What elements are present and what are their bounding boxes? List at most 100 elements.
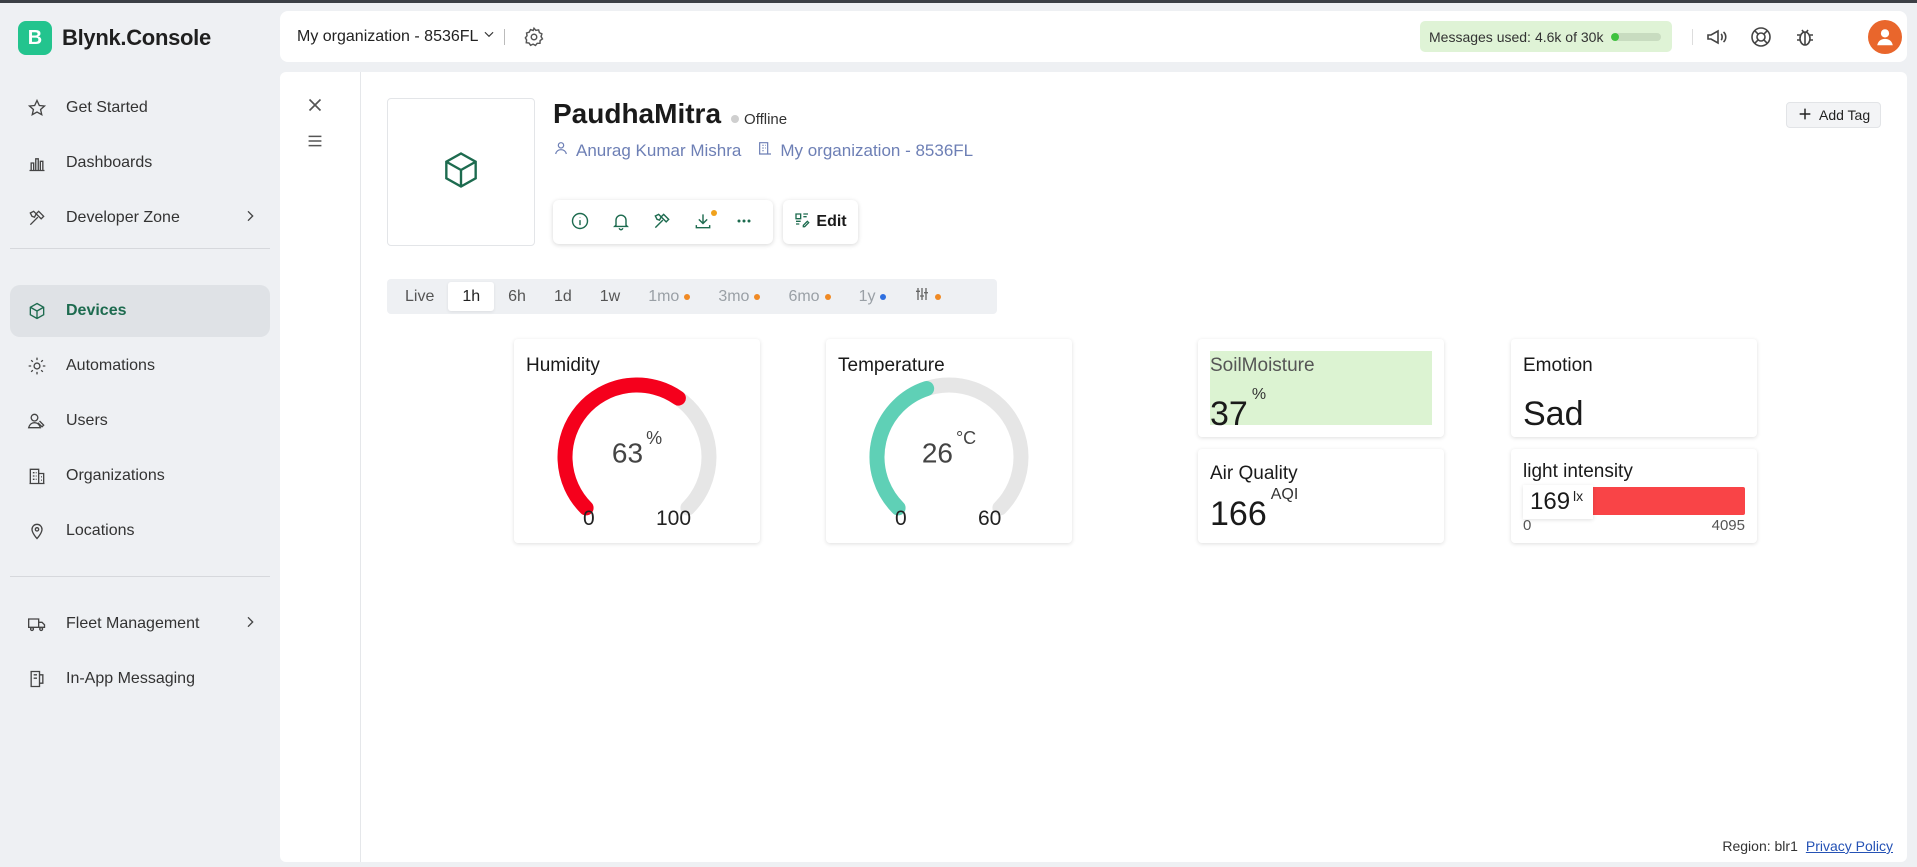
org-selector-label: My organization - 8536FL	[297, 27, 479, 45]
chevron-right-icon	[242, 614, 262, 635]
tab-1d[interactable]: 1d	[540, 282, 586, 311]
device-image[interactable]	[387, 98, 535, 246]
messages-label: Messages used:	[1429, 28, 1531, 45]
gauge-value: 26 °C	[826, 428, 1072, 469]
widget-title: Air Quality	[1210, 463, 1298, 484]
device-meta: Anurag Kumar Mishra My organization - 85…	[553, 140, 973, 161]
sidebar-item-label: Automations	[66, 357, 155, 374]
tab-6mo[interactable]: 6mo	[774, 282, 844, 311]
tab-label: 3mo	[718, 287, 750, 305]
sidebar-item-developer-zone[interactable]: Developer Zone	[10, 192, 270, 244]
sidebar-item-users[interactable]: Users	[10, 395, 270, 447]
light-value-chip: 169 lx	[1523, 485, 1593, 519]
premium-dot	[754, 293, 761, 300]
premium-dot	[880, 293, 887, 300]
sidebar-item-automations[interactable]: Automations	[10, 340, 270, 392]
chevron-down-icon	[482, 27, 496, 46]
bar-max: 4095	[1711, 517, 1745, 534]
close-icon[interactable]	[304, 94, 326, 116]
soil-moisture-widget[interactable]: SoilMoisture 37%	[1198, 339, 1444, 437]
tab-label: 1y	[858, 287, 876, 305]
org-selector[interactable]: My organization - 8536FL	[297, 27, 496, 46]
brand-logo: B	[18, 21, 52, 55]
tab-custom-range[interactable]	[900, 282, 955, 311]
cube-icon	[439, 148, 483, 197]
humidity-gauge-widget[interactable]: Humidity 63% 0 100	[514, 339, 760, 543]
tab-1mo[interactable]: 1mo	[634, 282, 704, 311]
edit-dashboard-button[interactable]: Edit	[783, 200, 858, 244]
tab-label: 6mo	[788, 287, 820, 305]
tab-label: Live	[405, 287, 435, 305]
sidebar-item-devices[interactable]: Devices	[10, 285, 270, 337]
widget-unit: lx	[1573, 488, 1584, 504]
star-icon	[26, 97, 48, 119]
tab-1w[interactable]: 1w	[586, 282, 634, 311]
tab-live[interactable]: Live	[391, 282, 448, 311]
messages-value: 4.6k of 30k	[1534, 28, 1604, 45]
sliders-icon	[914, 286, 930, 307]
light-intensity-widget[interactable]: light intensity 169 lx 0 4095	[1511, 449, 1757, 543]
widget-title: Emotion	[1523, 355, 1593, 376]
info-icon[interactable]	[570, 211, 592, 233]
device-organization-link[interactable]: My organization - 8536FL	[757, 140, 973, 161]
topbar-divider	[1692, 29, 1693, 45]
tab-label: 1h	[462, 287, 481, 305]
message-icon	[26, 668, 48, 690]
sidebar-item-label: Devices	[66, 302, 127, 319]
device-owner-link[interactable]: Anurag Kumar Mishra	[553, 140, 741, 161]
user-icon	[553, 140, 569, 161]
download-icon[interactable]	[693, 210, 717, 233]
menu-icon[interactable]	[304, 130, 326, 152]
air-quality-widget[interactable]: Air Quality 166AQI	[1198, 449, 1444, 543]
gauge-max: 100	[656, 507, 692, 530]
gear-icon[interactable]	[523, 26, 545, 48]
sidebar-item-organizations[interactable]: Organizations	[10, 450, 270, 502]
tab-6h[interactable]: 6h	[494, 282, 540, 311]
messages-usage: Messages used: 4.6k of 30k	[1420, 21, 1672, 52]
sidebar-item-dashboards[interactable]: Dashboards	[10, 137, 270, 189]
device-panel: PaudhaMitra Offline Anurag Kumar Mishra …	[280, 72, 1907, 862]
more-icon[interactable]	[734, 211, 756, 233]
edit-button-label: Edit	[816, 213, 847, 230]
megaphone-icon[interactable]	[1705, 25, 1729, 49]
emotion-widget[interactable]: Emotion Sad	[1511, 339, 1757, 437]
status-label: Offline	[744, 110, 788, 128]
brand-name: Blynk.Console	[62, 25, 211, 50]
cube-icon	[26, 300, 48, 322]
sidebar-item-label: Fleet Management	[66, 615, 200, 632]
tab-1h[interactable]: 1h	[448, 282, 495, 311]
sidebar-item-get-started[interactable]: Get Started	[10, 82, 270, 134]
bar-chart-icon	[26, 152, 48, 174]
premium-dot	[824, 293, 831, 300]
device-header: PaudhaMitra Offline	[553, 98, 787, 130]
tools-icon[interactable]	[652, 211, 674, 233]
add-tag-button[interactable]: Add Tag	[1786, 102, 1882, 128]
notification-dot	[710, 210, 717, 216]
user-avatar[interactable]	[1868, 20, 1902, 54]
tab-3mo[interactable]: 3mo	[704, 282, 774, 311]
top-bar: My organization - 8536FL Messages used: …	[280, 11, 1907, 62]
plus-icon	[1797, 106, 1813, 125]
add-tag-label: Add Tag	[1819, 107, 1871, 123]
gauge-min: 0	[583, 507, 595, 530]
sidebar-item-fleet-management[interactable]: Fleet Management	[10, 598, 270, 650]
help-lifebuoy-icon[interactable]	[1749, 25, 1773, 49]
messages-progress-bar	[1611, 32, 1662, 41]
widget-title: SoilMoisture	[1210, 355, 1315, 376]
widget-title: light intensity	[1523, 461, 1633, 482]
bug-icon[interactable]	[1793, 25, 1817, 49]
tab-label: 1mo	[648, 287, 680, 305]
chevron-right-icon	[242, 208, 262, 229]
brand[interactable]: B Blynk.Console	[18, 21, 211, 55]
sidebar-item-label: Organizations	[66, 467, 165, 484]
tab-1y[interactable]: 1y	[845, 282, 901, 311]
sidebar-item-label: Locations	[66, 522, 135, 539]
temperature-gauge-widget[interactable]: Temperature 26 °C 0 60	[826, 339, 1072, 543]
sidebar-item-locations[interactable]: Locations	[10, 505, 270, 557]
bell-icon[interactable]	[611, 211, 633, 233]
window-top-edge	[0, 0, 1917, 3]
sidebar-item-in-app-messaging[interactable]: In-App Messaging	[10, 653, 270, 705]
privacy-policy-link[interactable]: Privacy Policy	[1806, 838, 1893, 854]
sidebar-item-label: Developer Zone	[66, 209, 180, 226]
device-name: PaudhaMitra	[553, 98, 722, 129]
